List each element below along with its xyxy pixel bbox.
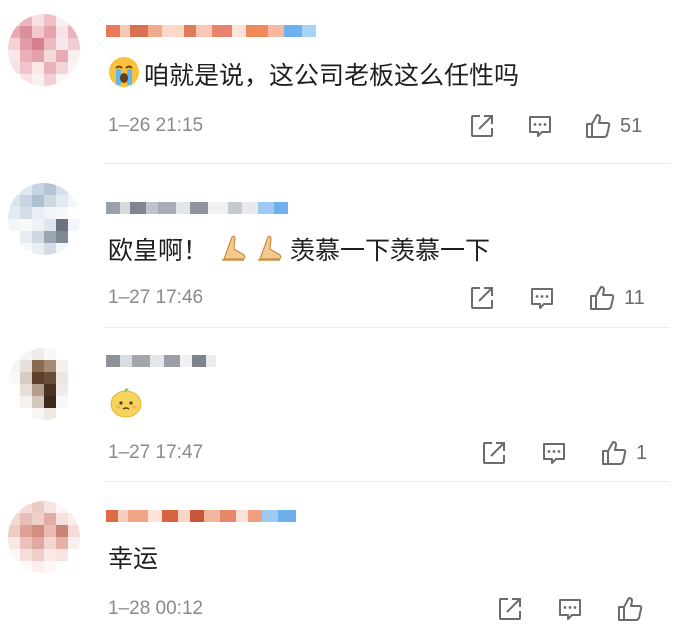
comment-timestamp: 1–28 00:12 (108, 598, 204, 619)
comment-text-content: 羡慕一下羡慕一下 (290, 236, 491, 265)
username[interactable] (106, 197, 288, 219)
comment-actions: 51 (468, 111, 642, 141)
comment-actions: 1 (480, 438, 647, 468)
like-count: 1 (636, 441, 648, 464)
comment-item-4: 幸运 1–28 00:12 (0, 483, 684, 637)
comment-timestamp: 1–26 21:15 (108, 115, 204, 136)
avatar[interactable] (8, 348, 80, 420)
divider (104, 327, 670, 328)
comment-item-3: 1–27 17:47 1 (0, 330, 684, 482)
crying-face-icon (108, 56, 140, 96)
username[interactable] (106, 505, 296, 527)
like-count: 11 (624, 286, 645, 309)
comment-text (108, 384, 148, 428)
comment-text: 咱就是说，这公司老板这么任性吗 (108, 56, 519, 96)
username[interactable] (106, 20, 316, 42)
divider (104, 163, 670, 164)
comment-text-content: 幸运 (108, 544, 159, 573)
share-icon[interactable] (468, 112, 496, 140)
comment-icon[interactable] (556, 595, 584, 623)
avatar[interactable] (8, 501, 80, 573)
share-icon[interactable] (480, 439, 508, 467)
praying-hands-icon (254, 231, 286, 271)
comment-text: 幸运 (108, 543, 158, 575)
comment-icon[interactable] (526, 112, 554, 140)
lemon-face-icon (108, 384, 144, 428)
comment-icon[interactable] (540, 439, 568, 467)
comment-icon[interactable] (528, 284, 556, 312)
thumbs-up-icon[interactable] (584, 112, 612, 140)
comment-timestamp: 1–27 17:46 (108, 287, 204, 308)
praying-hands-icon (218, 231, 250, 271)
username[interactable] (106, 350, 216, 372)
comment-text-content: 欧皇啊！ (108, 236, 209, 265)
thumbs-up-icon[interactable] (600, 439, 628, 467)
comment-text-content: 咱就是说，这公司老板这么任性吗 (144, 61, 520, 90)
thumbs-up-icon[interactable] (588, 284, 616, 312)
divider (104, 481, 670, 482)
comment-actions (496, 594, 644, 624)
comment-text: 欧皇啊！ 羡慕一下羡慕一下 (108, 231, 490, 271)
comment-actions: 11 (468, 283, 645, 313)
thumbs-up-icon[interactable] (616, 595, 644, 623)
comment-timestamp: 1–27 17:47 (108, 442, 204, 463)
comment-item-2: 欧皇啊！ 羡慕一下羡慕一下 1–27 17:46 11 (0, 165, 684, 330)
like-count: 51 (620, 114, 643, 137)
comment-item-1: 咱就是说，这公司老板这么任性吗 1–26 21:15 51 (0, 0, 684, 165)
avatar[interactable] (8, 183, 80, 255)
share-icon[interactable] (468, 284, 496, 312)
avatar[interactable] (8, 14, 80, 86)
share-icon[interactable] (496, 595, 524, 623)
